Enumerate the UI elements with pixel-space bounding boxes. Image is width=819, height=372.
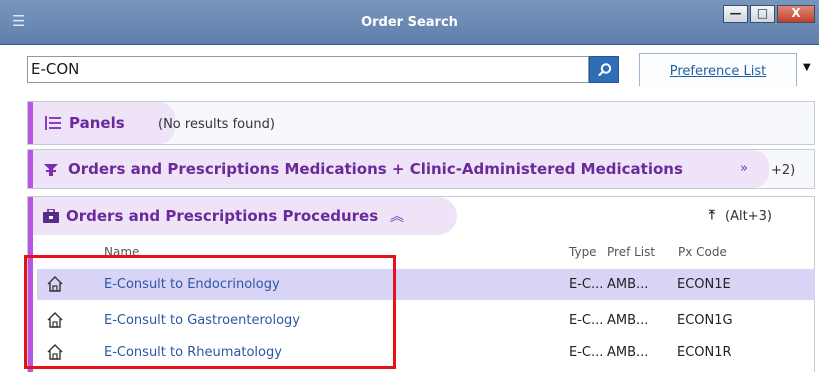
- column-header-type[interactable]: Type: [569, 245, 597, 259]
- chevron-down-icon[interactable]: ▼: [803, 60, 819, 76]
- order-pref-list: AMB...: [607, 277, 649, 292]
- medications-section: Orders and Prescriptions Medications + C…: [27, 149, 815, 189]
- order-type: E-C...: [569, 345, 604, 360]
- tab-preference-list[interactable]: Preference List: [639, 53, 797, 86]
- medications-title[interactable]: Orders and Prescriptions Medications + C…: [68, 160, 683, 178]
- order-px-code: ECON1R: [677, 345, 732, 360]
- search-input[interactable]: E-CON: [27, 56, 589, 83]
- order-type: E-C...: [569, 277, 604, 292]
- minimize-button[interactable]: —: [723, 5, 748, 23]
- order-px-code: ECON1G: [677, 313, 733, 328]
- expand-chevron-icon[interactable]: »: [740, 161, 748, 176]
- close-button[interactable]: X: [777, 5, 815, 23]
- column-header-px-code[interactable]: Px Code: [678, 245, 727, 259]
- procedures-title[interactable]: Orders and Prescriptions Procedures: [66, 207, 378, 225]
- panels-status: (No results found): [158, 117, 275, 132]
- order-type: E-C...: [569, 313, 604, 328]
- collapse-chevron-icon[interactable]: ︽: [390, 206, 404, 226]
- search-icon: [598, 63, 612, 77]
- procedures-shortcut: (Alt+3): [725, 209, 772, 224]
- search-button[interactable]: [589, 56, 619, 83]
- prescription-icon: [44, 164, 58, 176]
- order-pref-list: AMB...: [607, 345, 649, 360]
- toolbox-icon: [43, 209, 59, 223]
- medications-shortcut: +2): [771, 163, 796, 178]
- preference-list-label: Preference List: [669, 64, 767, 79]
- window-title: Order Search: [361, 15, 458, 30]
- panels-title[interactable]: Panels: [69, 114, 125, 132]
- column-header-pref-list[interactable]: Pref List: [607, 245, 655, 259]
- window-controls: — □ X: [721, 5, 815, 23]
- order-px-code: ECON1E: [677, 277, 731, 292]
- procedures-header: Orders and Prescriptions Procedures ︽ ⤒ …: [33, 197, 815, 235]
- jump-to-top-icon[interactable]: ⤒: [709, 208, 715, 223]
- title-bar: ☰ Order Search — □ X: [0, 0, 819, 45]
- panels-section: Panels (No results found): [27, 101, 815, 145]
- panels-icon: [45, 116, 61, 130]
- order-pref-list: AMB...: [607, 313, 649, 328]
- highlight-box: [24, 255, 396, 369]
- maximize-button[interactable]: □: [750, 5, 775, 23]
